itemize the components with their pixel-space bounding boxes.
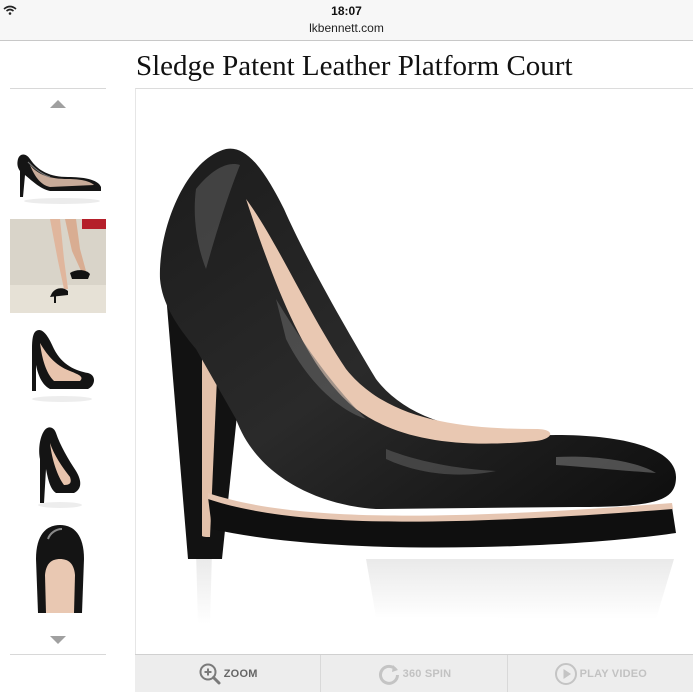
media-toolbar: ZOOM 360 SPIN PLAY VIDEO xyxy=(135,654,693,692)
zoom-magnifier-icon xyxy=(199,663,221,684)
shoe-main-image xyxy=(159,148,677,624)
thumbnail-top-view[interactable] xyxy=(10,519,106,613)
thumbnail-model-view[interactable] xyxy=(10,219,106,313)
zoom-button[interactable]: ZOOM xyxy=(135,655,322,692)
model-wearing-shoes-image xyxy=(10,219,106,313)
scroll-down-arrow-icon[interactable] xyxy=(50,636,66,644)
shoe-rear-thumbnail-image xyxy=(38,427,82,508)
main-product-image[interactable] xyxy=(135,88,693,655)
thumbnail-strip xyxy=(10,88,106,655)
status-time: 18:07 xyxy=(331,4,362,18)
thumbnail-angled-view[interactable] xyxy=(10,319,106,413)
scroll-up-arrow-icon[interactable] xyxy=(50,100,66,108)
spin-label: 360 SPIN xyxy=(402,667,452,680)
thumbnail-side-view[interactable] xyxy=(10,119,106,213)
status-bar: 18:07 lkbennett.com xyxy=(0,0,693,41)
divider xyxy=(10,654,106,655)
play-video-button[interactable]: PLAY VIDEO xyxy=(508,655,693,692)
address-url[interactable]: lkbennett.com xyxy=(0,21,693,35)
thumbnail-rear-view[interactable] xyxy=(10,419,106,513)
divider xyxy=(10,88,106,89)
shoe-top-thumbnail-image xyxy=(36,525,84,613)
play-icon xyxy=(554,662,577,685)
shoe-side-thumbnail-image xyxy=(17,154,101,204)
page-title: Sledge Patent Leather Platform Court xyxy=(136,50,573,82)
play-video-label: PLAY VIDEO xyxy=(579,667,648,680)
spin-360-button[interactable]: 360 SPIN xyxy=(321,655,508,692)
rotate-360-icon xyxy=(378,664,399,685)
zoom-label: ZOOM xyxy=(223,667,258,680)
shoe-angled-thumbnail-image xyxy=(32,329,94,402)
